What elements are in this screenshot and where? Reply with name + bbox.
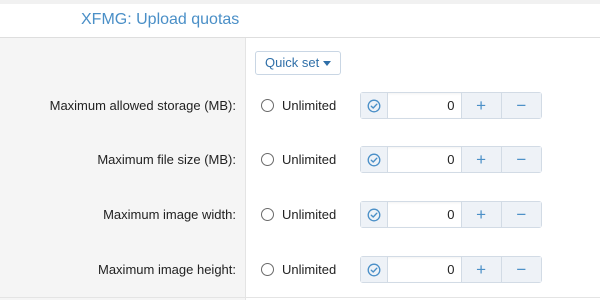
row-label: Maximum image width: (103, 207, 236, 222)
value-input[interactable] (387, 147, 462, 172)
row-label: Maximum allowed storage (MB): (49, 98, 236, 113)
increment-button[interactable]: + (461, 93, 502, 118)
plus-icon: + (476, 259, 487, 279)
increment-button[interactable]: + (461, 202, 502, 227)
unlimited-label[interactable]: Unlimited (282, 152, 336, 167)
decrement-button[interactable]: − (501, 257, 542, 282)
section-title[interactable]: XFMG: Upload quotas (81, 11, 239, 29)
enable-checkbox[interactable] (361, 147, 388, 172)
unlimited-label[interactable]: Unlimited (282, 207, 336, 222)
quota-row-file-size: Maximum file size (MB): Unlimited + − (0, 146, 600, 174)
enable-checkbox[interactable] (361, 257, 388, 282)
row-label: Maximum file size (MB): (97, 152, 236, 167)
decrement-button[interactable]: − (501, 93, 542, 118)
minus-icon: − (516, 149, 527, 169)
quota-form: Quick set Maximum allowed storage (MB): … (0, 38, 600, 300)
check-circle-icon (367, 263, 381, 276)
quota-row-image-width: Maximum image width: Unlimited + − (0, 201, 600, 229)
unlimited-radio[interactable] (261, 208, 274, 221)
value-stepper: + − (360, 146, 542, 173)
row-label: Maximum image height: (98, 262, 236, 277)
enable-checkbox[interactable] (361, 202, 388, 227)
decrement-button[interactable]: − (501, 202, 542, 227)
value-input[interactable] (387, 93, 462, 118)
plus-icon: + (476, 204, 487, 224)
section-header: XFMG: Upload quotas (0, 4, 600, 38)
value-input[interactable] (387, 257, 462, 282)
caret-down-icon (323, 60, 332, 66)
enable-checkbox[interactable] (361, 93, 388, 118)
increment-button[interactable]: + (461, 147, 502, 172)
decrement-button[interactable]: − (501, 147, 542, 172)
value-input[interactable] (387, 202, 462, 227)
check-circle-icon (367, 208, 381, 221)
quick-set-button[interactable]: Quick set (255, 51, 342, 75)
plus-icon: + (476, 149, 487, 169)
quick-set-label: Quick set (265, 55, 320, 70)
quota-row-storage: Maximum allowed storage (MB): Unlimited … (0, 92, 600, 120)
value-stepper: + − (360, 256, 542, 283)
minus-icon: − (516, 95, 527, 115)
unlimited-label[interactable]: Unlimited (282, 262, 336, 277)
bottom-divider (0, 297, 600, 298)
unlimited-radio[interactable] (261, 153, 274, 166)
increment-button[interactable]: + (461, 257, 502, 282)
value-stepper: + − (360, 92, 542, 119)
minus-icon: − (516, 259, 527, 279)
check-circle-icon (367, 99, 381, 112)
unlimited-label[interactable]: Unlimited (282, 98, 336, 113)
unlimited-radio[interactable] (261, 263, 274, 276)
plus-icon: + (476, 95, 487, 115)
minus-icon: − (516, 204, 527, 224)
unlimited-radio[interactable] (261, 99, 274, 112)
value-stepper: + − (360, 201, 542, 228)
check-circle-icon (367, 153, 381, 166)
quota-row-image-height: Maximum image height: Unlimited + − (0, 256, 600, 284)
